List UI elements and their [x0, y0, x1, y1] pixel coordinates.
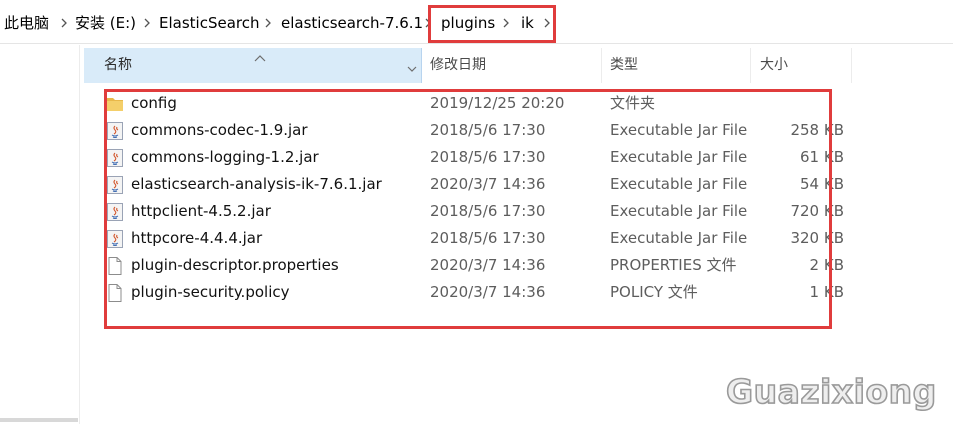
java-jar-icon: [106, 176, 124, 194]
file-size: 320 KB: [790, 229, 844, 247]
file-name: plugin-security.policy: [131, 283, 290, 301]
file-date: 2018/5/6 17:30: [430, 121, 546, 139]
file-date: 2018/5/6 17:30: [430, 202, 546, 220]
watermark: Guazixiong: [725, 371, 937, 412]
file-row[interactable]: httpclient-4.5.2.jar 2018/5/6 17:30 Exec…: [84, 198, 854, 225]
file-name: plugin-descriptor.properties: [131, 256, 339, 274]
breadcrumb-drive-e[interactable]: 安装 (E:): [75, 12, 136, 34]
chevron-right-icon[interactable]: [262, 12, 274, 34]
file-size: 258 KB: [790, 121, 844, 139]
file-type: Executable Jar File: [610, 202, 748, 220]
chevron-right-icon[interactable]: [422, 12, 434, 34]
file-name: httpcore-4.4.4.jar: [131, 229, 263, 247]
column-header-name[interactable]: 名称: [84, 48, 422, 83]
file-date: 2020/3/7 14:36: [430, 175, 546, 193]
column-header-size[interactable]: 大小: [752, 48, 852, 83]
file-date: 2018/5/6 17:30: [430, 148, 546, 166]
file-date: 2020/3/7 14:36: [430, 283, 546, 301]
java-jar-icon: [106, 149, 124, 167]
file-row[interactable]: elasticsearch-analysis-ik-7.6.1.jar 2020…: [84, 171, 854, 198]
file-date: 2018/5/6 17:30: [430, 229, 546, 247]
file-size: 54 KB: [800, 175, 844, 193]
file-type: POLICY 文件: [610, 283, 698, 301]
chevron-down-icon[interactable]: [406, 60, 418, 72]
file-row[interactable]: httpcore-4.4.4.jar 2018/5/6 17:30 Execut…: [84, 225, 854, 252]
file-type: PROPERTIES 文件: [610, 256, 737, 274]
file-name: elasticsearch-analysis-ik-7.6.1.jar: [131, 175, 382, 193]
file-size: 720 KB: [790, 202, 844, 220]
file-row[interactable]: plugin-security.policy 2020/3/7 14:36 PO…: [84, 279, 854, 306]
java-jar-icon: [106, 230, 124, 248]
chevron-right-icon[interactable]: [58, 12, 70, 34]
breadcrumb-elasticsearch-761[interactable]: elasticsearch-7.6.1: [281, 12, 423, 34]
breadcrumb-plugins[interactable]: plugins: [441, 12, 495, 34]
file-size: 1 KB: [809, 283, 844, 301]
breadcrumb-this-pc[interactable]: 此电脑: [4, 12, 49, 34]
file-type: 文件夹: [610, 94, 656, 112]
file-type: Executable Jar File: [610, 229, 748, 247]
file-date: 2020/3/7 14:36: [430, 256, 546, 274]
document-icon: [106, 284, 124, 302]
file-size: 2 KB: [809, 256, 844, 274]
chevron-right-icon[interactable]: [541, 12, 553, 34]
file-row[interactable]: config 2019/12/25 20:20 文件夹: [84, 90, 854, 117]
file-name: commons-codec-1.9.jar: [131, 121, 308, 139]
horizontal-scrollbar[interactable]: [0, 418, 78, 422]
sort-up-icon: [254, 48, 266, 62]
folder-icon: [106, 95, 124, 113]
file-row[interactable]: plugin-descriptor.properties 2020/3/7 14…: [84, 252, 854, 279]
navigation-pane[interactable]: [0, 45, 80, 424]
file-name: commons-logging-1.2.jar: [131, 148, 319, 166]
chevron-right-icon[interactable]: [141, 12, 153, 34]
file-date: 2019/12/25 20:20: [430, 94, 565, 112]
file-name: httpclient-4.5.2.jar: [131, 202, 271, 220]
java-jar-icon: [106, 122, 124, 140]
address-bar[interactable]: 此电脑 安装 (E:) ElasticSearch elasticsearch-…: [0, 0, 953, 44]
file-type: Executable Jar File: [610, 175, 748, 193]
breadcrumb-elasticsearch[interactable]: ElasticSearch: [159, 12, 259, 34]
file-name: config: [131, 94, 177, 112]
file-row[interactable]: commons-codec-1.9.jar 2018/5/6 17:30 Exe…: [84, 117, 854, 144]
document-icon: [106, 257, 124, 275]
chevron-right-icon[interactable]: [500, 12, 512, 34]
file-row[interactable]: commons-logging-1.2.jar 2018/5/6 17:30 E…: [84, 144, 854, 171]
file-size: 61 KB: [800, 148, 844, 166]
file-type: Executable Jar File: [610, 121, 748, 139]
file-type: Executable Jar File: [610, 148, 748, 166]
java-jar-icon: [106, 203, 124, 221]
breadcrumb-ik[interactable]: ik: [521, 12, 534, 34]
column-header-date[interactable]: 修改日期: [423, 48, 602, 83]
column-header-type[interactable]: 类型: [603, 48, 751, 83]
